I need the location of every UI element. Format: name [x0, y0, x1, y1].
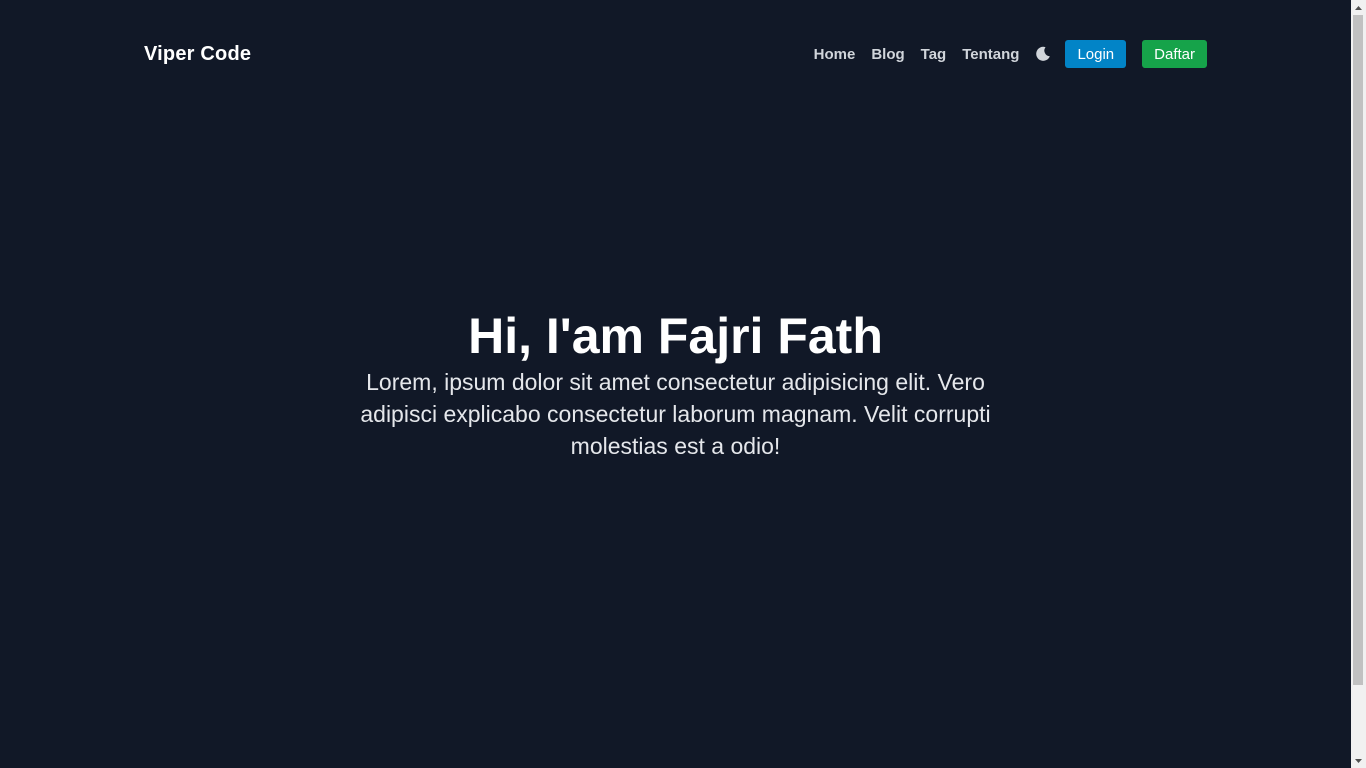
nav-menu: Home Blog Tag Tentang Login Daftar [814, 40, 1207, 68]
brand-logo[interactable]: Viper Code [144, 43, 251, 66]
navbar: Viper Code Home Blog Tag Tentang Login D… [144, 40, 1207, 68]
hero-title: Hi, I'am Fajri Fath [468, 308, 883, 364]
scroll-down-arrow-icon[interactable] [1351, 753, 1366, 768]
nav-link-tentang[interactable]: Tentang [962, 46, 1019, 63]
nav-link-tag[interactable]: Tag [921, 46, 947, 63]
nav-link-home[interactable]: Home [814, 46, 856, 63]
login-button[interactable]: Login [1065, 40, 1127, 68]
scrollbar-thumb[interactable] [1353, 15, 1363, 685]
vertical-scrollbar[interactable] [1351, 0, 1366, 768]
scroll-up-arrow-icon[interactable] [1351, 0, 1366, 15]
hero-description: Lorem, ipsum dolor sit amet consectetur … [360, 369, 991, 459]
page: Viper Code Home Blog Tag Tentang Login D… [0, 0, 1351, 768]
moon-icon[interactable] [1035, 46, 1051, 62]
nav-link-blog[interactable]: Blog [871, 46, 904, 63]
register-button[interactable]: Daftar [1142, 40, 1207, 68]
hero-section: Hi, I'am Fajri Fath Lorem, ipsum dolor s… [0, 306, 1351, 462]
